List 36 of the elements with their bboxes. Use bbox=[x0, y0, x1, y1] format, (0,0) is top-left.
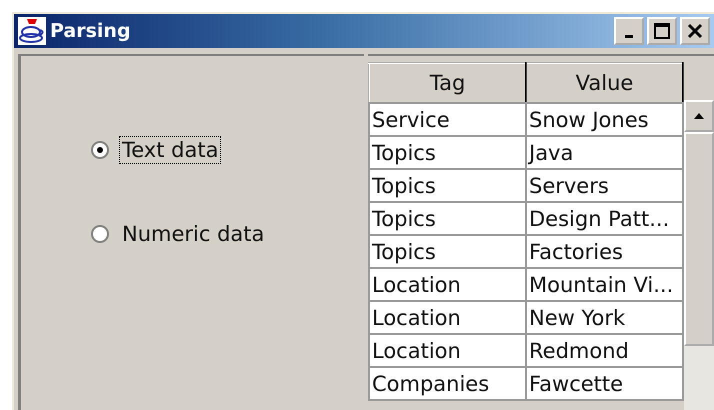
radio-label[interactable]: Numeric data bbox=[119, 220, 268, 248]
table-cell: Fawcette bbox=[526, 367, 683, 400]
column-header[interactable]: Tag bbox=[369, 63, 526, 103]
table-cell: New York bbox=[526, 301, 683, 334]
table-cell: Factories bbox=[526, 235, 683, 268]
minimize-button[interactable] bbox=[614, 17, 644, 45]
table-cell: Companies bbox=[369, 367, 526, 400]
column-header[interactable]: Value bbox=[526, 63, 683, 103]
scroll-thumb[interactable] bbox=[684, 132, 714, 346]
table-cell: Topics bbox=[369, 136, 526, 169]
scroll-up-button[interactable] bbox=[684, 100, 714, 132]
table-cell: Location bbox=[369, 268, 526, 301]
table-cell: Java bbox=[526, 136, 683, 169]
table-cell: Snow Jones bbox=[526, 103, 683, 136]
table-cell: Design Patt... bbox=[526, 202, 683, 235]
table-cell: Location bbox=[369, 301, 526, 334]
table-cell: Servers bbox=[526, 169, 683, 202]
minimize-icon bbox=[625, 35, 633, 38]
table-cell: Topics bbox=[369, 235, 526, 268]
scroll-bar[interactable] bbox=[684, 100, 714, 410]
close-icon bbox=[687, 23, 703, 39]
table-cell: Mountain Vi... bbox=[526, 268, 683, 301]
radio-button[interactable] bbox=[91, 225, 109, 243]
up-arrow-icon bbox=[693, 112, 705, 120]
close-button[interactable] bbox=[680, 17, 710, 45]
maximize-button[interactable] bbox=[647, 17, 677, 45]
radio-button[interactable] bbox=[91, 141, 109, 159]
table-cell: Redmond bbox=[526, 334, 683, 367]
radio-label[interactable]: Text data bbox=[119, 136, 222, 164]
table-cell: Service bbox=[369, 103, 526, 136]
table-cell: Topics bbox=[369, 169, 526, 202]
coffee-cup-icon bbox=[18, 17, 46, 45]
maximize-icon bbox=[654, 23, 670, 39]
table-cell: Location bbox=[369, 334, 526, 367]
table-cell: Topics bbox=[369, 202, 526, 235]
window-title: Parsing bbox=[50, 20, 132, 42]
